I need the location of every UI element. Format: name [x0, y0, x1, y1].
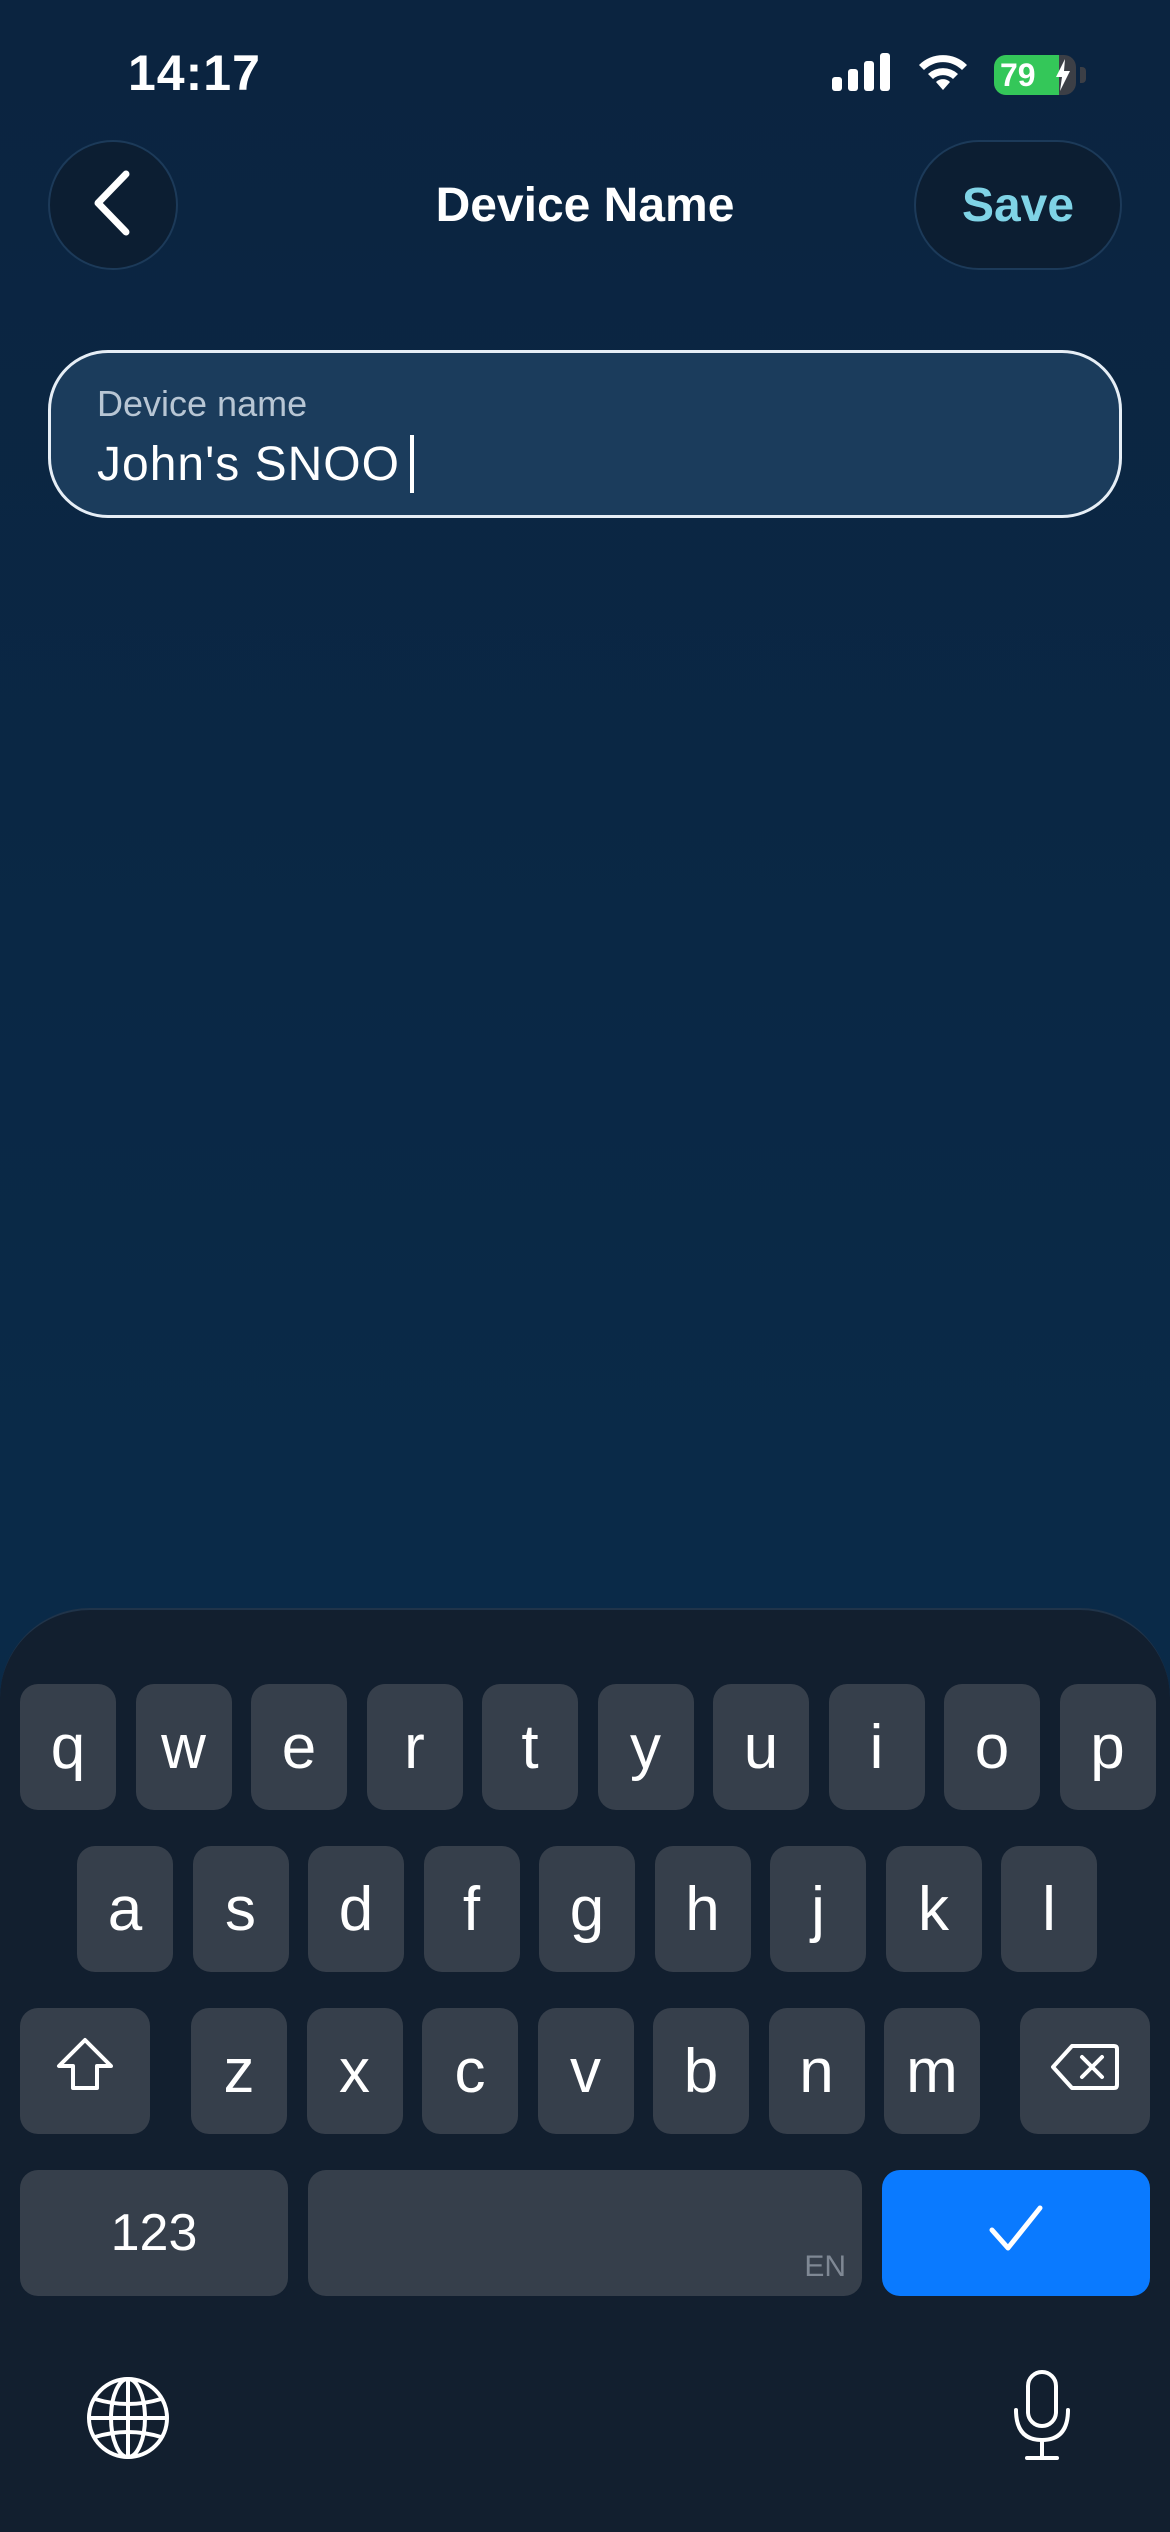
space-key[interactable]: EN [308, 2170, 862, 2296]
wifi-icon [916, 52, 970, 97]
key-f[interactable]: f [423, 1846, 520, 1972]
text-caret [409, 435, 414, 493]
key-k[interactable]: k [885, 1846, 982, 1972]
key-y[interactable]: y [597, 1684, 694, 1810]
device-name-label: Device name [97, 383, 308, 424]
key-j[interactable]: j [770, 1846, 866, 1972]
device-name-input[interactable]: John's SNOO [97, 437, 400, 492]
key-e[interactable]: e [251, 1684, 347, 1810]
key-n[interactable]: n [768, 2008, 865, 2134]
space-language-label: EN [804, 2250, 846, 2283]
key-w[interactable]: w [135, 1684, 232, 1810]
keyboard: 123 EN q w e r t y u i o p a s d f g h j… [0, 1608, 1170, 2532]
microphone-icon[interactable] [1000, 2364, 1084, 2468]
done-key[interactable] [882, 2170, 1150, 2296]
key-a[interactable]: a [77, 1846, 173, 1972]
device-name-screen: 14:17 79 Device Name Save Device name Jo… [0, 0, 1170, 2532]
numbers-key[interactable]: 123 [20, 2170, 288, 2296]
checkmark-icon [986, 2198, 1046, 2269]
key-d[interactable]: d [308, 1846, 404, 1972]
key-r[interactable]: r [366, 1684, 463, 1810]
battery-cap [1080, 66, 1086, 83]
key-t[interactable]: t [482, 1684, 578, 1810]
key-p[interactable]: p [1059, 1684, 1156, 1810]
key-u[interactable]: u [713, 1684, 809, 1810]
key-i[interactable]: i [828, 1684, 925, 1810]
key-x[interactable]: x [306, 2008, 403, 2134]
delete-key[interactable] [1020, 2008, 1150, 2134]
header: Device Name Save [0, 140, 1170, 272]
key-h[interactable]: h [654, 1846, 751, 1972]
key-b[interactable]: b [653, 2008, 749, 2134]
key-l[interactable]: l [1001, 1846, 1097, 1972]
device-name-value-row[interactable]: John's SNOO [97, 431, 414, 497]
shift-key[interactable] [20, 2008, 150, 2134]
key-g[interactable]: g [539, 1846, 635, 1972]
signal-icon [832, 53, 892, 96]
battery-icon: 79 [994, 54, 1076, 95]
status-bar: 14:17 79 [0, 0, 1170, 150]
globe-icon[interactable] [80, 2370, 176, 2466]
shift-icon [53, 2034, 117, 2109]
charging-bolt-icon [1054, 58, 1072, 95]
battery-percent: 79 [1000, 56, 1036, 93]
status-icons: 79 [832, 52, 1086, 97]
key-v[interactable]: v [537, 2008, 634, 2134]
key-o[interactable]: o [944, 1684, 1040, 1810]
status-time: 14:17 [128, 45, 261, 101]
device-name-field[interactable]: Device name John's SNOO [48, 350, 1122, 518]
save-button[interactable]: Save [914, 140, 1122, 270]
key-z[interactable]: z [191, 2008, 287, 2134]
key-c[interactable]: c [422, 2008, 518, 2134]
key-s[interactable]: s [192, 1846, 289, 1972]
delete-icon [1050, 2036, 1120, 2107]
key-m[interactable]: m [884, 2008, 980, 2134]
key-q[interactable]: q [20, 1684, 116, 1810]
